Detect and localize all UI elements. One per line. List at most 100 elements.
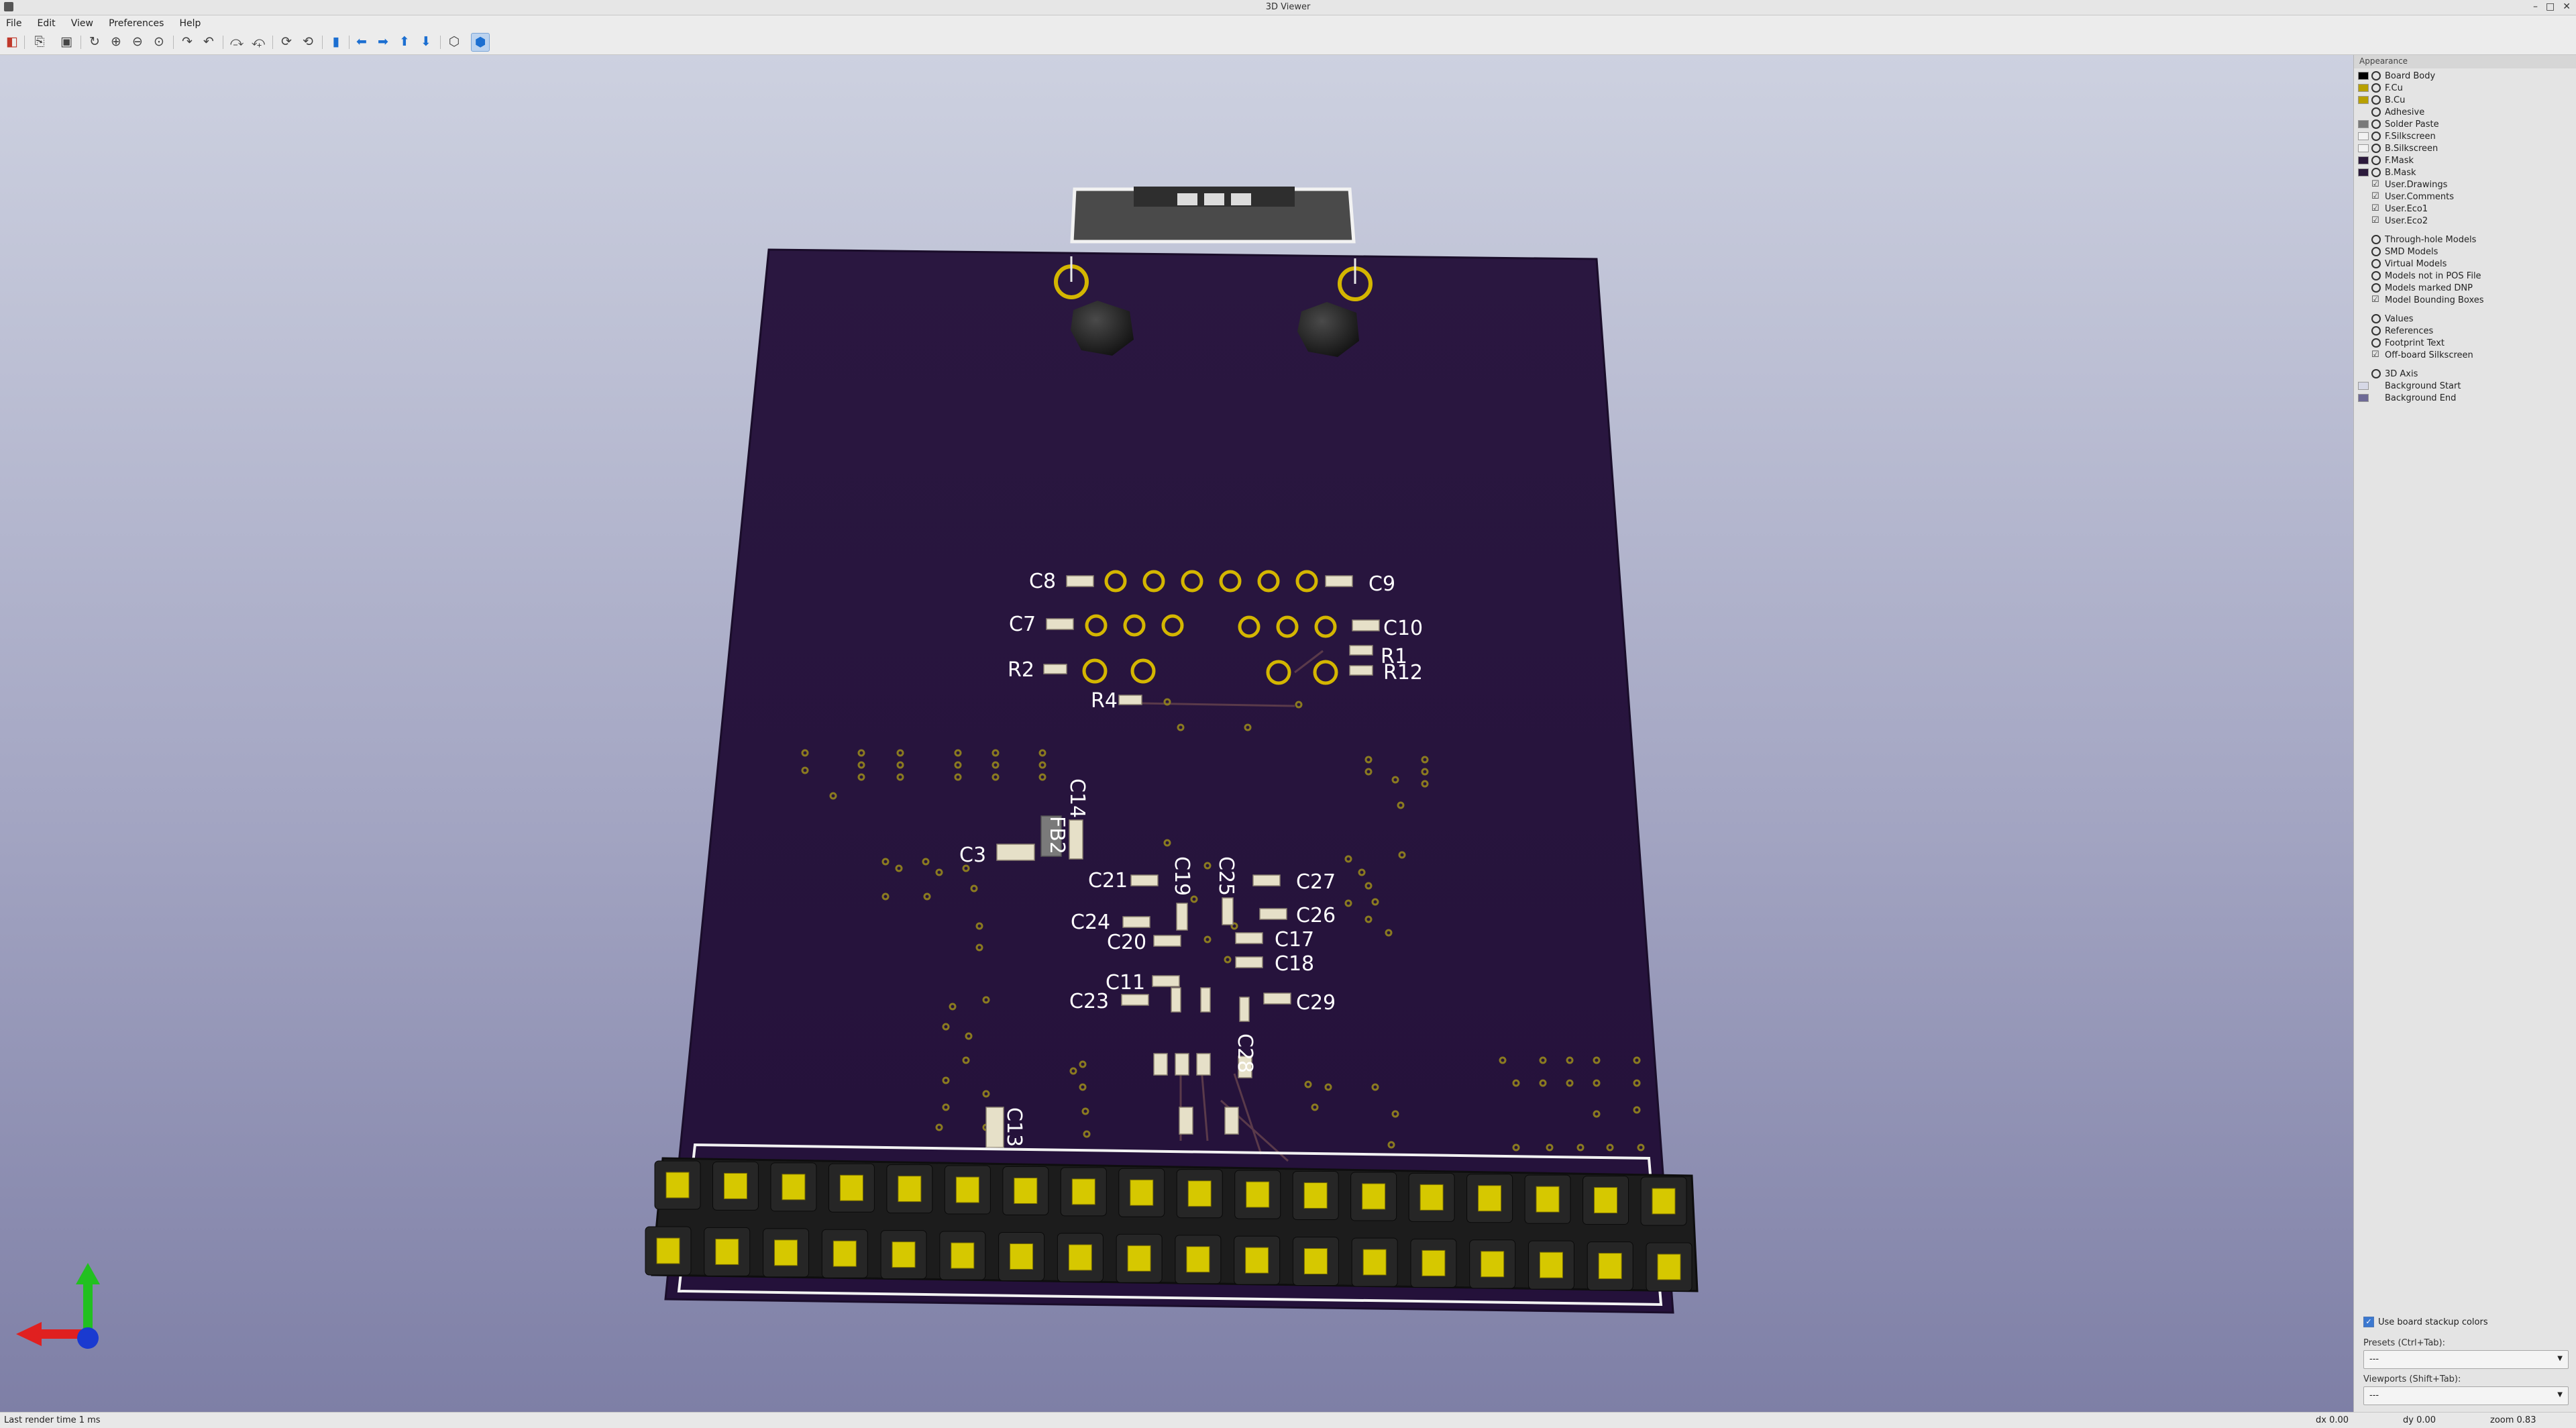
visibility-eye-icon[interactable] — [2371, 107, 2381, 117]
viewports-select[interactable]: --- ▼ — [2363, 1386, 2569, 1405]
color-swatch[interactable] — [2358, 394, 2369, 402]
color-swatch[interactable] — [2358, 181, 2369, 189]
color-swatch[interactable] — [2358, 236, 2369, 244]
visibility-eye-icon[interactable] — [2371, 259, 2381, 268]
color-swatch[interactable] — [2358, 132, 2369, 140]
color-swatch[interactable] — [2358, 296, 2369, 304]
color-swatch[interactable] — [2358, 339, 2369, 347]
stackup-checkbox[interactable]: ✓ — [2363, 1317, 2374, 1327]
color-swatch[interactable] — [2358, 205, 2369, 213]
orthographic-icon[interactable]: ⬡ — [445, 33, 463, 50]
layer-row[interactable]: Models marked DNP — [2358, 282, 2573, 294]
pan-up-icon[interactable]: ⬆ — [396, 33, 413, 50]
zoom-in-icon[interactable]: ⊕ — [107, 33, 125, 50]
flip-board-icon[interactable]: ▮ — [327, 33, 345, 50]
color-swatch[interactable] — [2358, 72, 2369, 80]
color-swatch[interactable] — [2358, 272, 2369, 280]
copy-to-clipboard-icon[interactable]: ⎘ — [31, 33, 48, 50]
color-swatch[interactable] — [2358, 144, 2369, 152]
visibility-eye-icon[interactable] — [2371, 247, 2381, 256]
layer-row[interactable]: SMD Models — [2358, 246, 2573, 258]
layer-row[interactable]: Adhesive — [2358, 106, 2573, 118]
color-swatch[interactable] — [2358, 315, 2369, 323]
3d-scene[interactable]: C8 C9 C7 C10 R2 R1 R12 R4 FB2 C14 C3 C21… — [0, 55, 2353, 1412]
visibility-eye-icon[interactable] — [2371, 326, 2381, 336]
visibility-eye-icon[interactable] — [2371, 338, 2381, 348]
color-swatch[interactable] — [2358, 96, 2369, 104]
menu-preferences[interactable]: Preferences — [103, 15, 170, 29]
use-stackup-colors[interactable]: ✓ Use board stackup colors — [2363, 1317, 2488, 1327]
rotate-x-ccw-icon[interactable]: ↶ — [200, 33, 217, 50]
rotate-z-ccw-icon[interactable]: ⟲ — [299, 33, 317, 50]
pan-down-icon[interactable]: ⬇ — [417, 33, 435, 50]
close-button[interactable]: ✕ — [2563, 1, 2571, 12]
layer-row[interactable]: Background Start — [2358, 380, 2573, 392]
layer-row[interactable]: Through-hole Models — [2358, 234, 2573, 246]
color-swatch[interactable] — [2358, 193, 2369, 201]
menu-edit[interactable]: Edit — [32, 15, 62, 29]
color-swatch[interactable] — [2358, 351, 2369, 359]
color-swatch[interactable] — [2358, 84, 2369, 92]
layer-row[interactable]: ☑ User.Eco2 — [2358, 215, 2573, 227]
rotate-x-cw-icon[interactable]: ↷ — [178, 33, 196, 50]
color-swatch[interactable] — [2358, 327, 2369, 335]
layer-row[interactable]: Footprint Text — [2358, 337, 2573, 349]
layer-row[interactable]: ☑ User.Eco1 — [2358, 203, 2573, 215]
layer-row[interactable]: B.Cu — [2358, 94, 2573, 106]
export-image-icon[interactable]: ▣ — [58, 33, 75, 50]
toggle-3d-models-icon[interactable]: ⬢ — [471, 33, 490, 52]
layer-row[interactable]: References — [2358, 325, 2573, 337]
color-swatch[interactable] — [2358, 260, 2369, 268]
visibility-eye-icon[interactable] — [2371, 71, 2381, 81]
visibility-check-icon[interactable]: ☑ — [2371, 192, 2381, 201]
reload-icon[interactable]: ↻ — [86, 33, 103, 50]
color-swatch[interactable] — [2358, 120, 2369, 128]
visibility-eye-icon[interactable] — [2371, 314, 2381, 323]
visibility-eye-icon[interactable] — [2371, 83, 2381, 93]
color-swatch[interactable] — [2358, 284, 2369, 292]
zoom-fit-icon[interactable]: ⊙ — [150, 33, 168, 50]
layer-row[interactable]: F.Cu — [2358, 82, 2573, 94]
layer-row[interactable]: ☑ User.Drawings — [2358, 178, 2573, 191]
layer-row[interactable]: Values — [2358, 313, 2573, 325]
visibility-check-icon[interactable]: ☑ — [2371, 204, 2381, 213]
layer-row[interactable]: Models not in POS File — [2358, 270, 2573, 282]
menu-view[interactable]: View — [65, 15, 99, 29]
layer-row[interactable]: ☑ User.Comments — [2358, 191, 2573, 203]
visibility-eye-icon[interactable] — [2371, 168, 2381, 177]
color-swatch[interactable] — [2358, 370, 2369, 378]
visibility-eye-icon[interactable] — [2371, 119, 2381, 129]
rotate-z-cw-icon[interactable]: ⟳ — [278, 33, 295, 50]
layer-row[interactable]: B.Mask — [2358, 166, 2573, 178]
visibility-eye-icon[interactable] — [2371, 271, 2381, 280]
layer-row[interactable]: B.Silkscreen — [2358, 142, 2573, 154]
minimize-button[interactable]: – — [2533, 1, 2538, 12]
visibility-eye-icon[interactable] — [2371, 132, 2381, 141]
color-swatch[interactable] — [2358, 382, 2369, 390]
zoom-out-icon[interactable]: ⊖ — [129, 33, 146, 50]
color-swatch[interactable] — [2358, 248, 2369, 256]
layer-row[interactable]: ☑ Model Bounding Boxes — [2358, 294, 2573, 306]
color-swatch[interactable] — [2358, 108, 2369, 116]
color-swatch[interactable] — [2358, 156, 2369, 164]
rotate-y-cw-icon[interactable]: ⤼ — [228, 33, 246, 50]
visibility-eye-icon[interactable] — [2371, 235, 2381, 244]
visibility-eye-icon[interactable] — [2371, 144, 2381, 153]
visibility-check-icon[interactable]: ☑ — [2371, 350, 2381, 360]
layer-row[interactable]: Solder Paste — [2358, 118, 2573, 130]
visibility-check-icon[interactable]: ☑ — [2371, 216, 2381, 225]
visibility-eye-icon[interactable] — [2371, 369, 2381, 378]
visibility-eye-icon[interactable] — [2371, 156, 2381, 165]
pan-left-icon[interactable]: ⬅ — [353, 33, 370, 50]
color-swatch[interactable] — [2358, 168, 2369, 176]
menu-help[interactable]: Help — [174, 15, 207, 29]
layer-row[interactable]: Background End — [2358, 392, 2573, 404]
presets-select[interactable]: --- ▼ — [2363, 1350, 2569, 1369]
maximize-button[interactable]: □ — [2546, 1, 2555, 12]
menu-file[interactable]: File — [0, 15, 28, 29]
pan-right-icon[interactable]: ➡ — [374, 33, 392, 50]
color-swatch[interactable] — [2358, 217, 2369, 225]
layer-row[interactable]: Board Body — [2358, 70, 2573, 82]
visibility-eye-icon[interactable] — [2371, 283, 2381, 293]
layer-row[interactable]: 3D Axis — [2358, 368, 2573, 380]
